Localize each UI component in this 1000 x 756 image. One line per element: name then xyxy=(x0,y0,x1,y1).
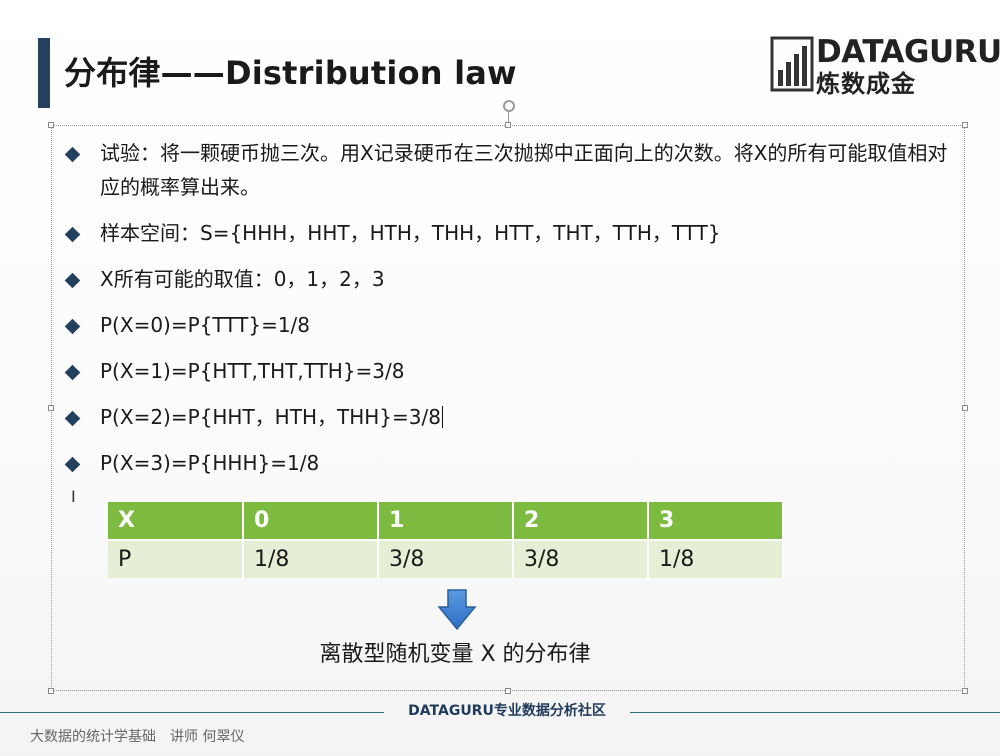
resize-handle-bottom[interactable] xyxy=(505,688,511,694)
distribution-table[interactable]: X 0 1 2 3 P 1/8 3/8 3/8 1/8 xyxy=(108,502,784,578)
logo-mark-icon xyxy=(770,36,814,92)
bullet-p-x3[interactable]: P(X=3)=P{HHH}=1/8 xyxy=(62,446,952,480)
table-header-cell: 1 xyxy=(378,502,514,541)
resize-handle-left[interactable] xyxy=(48,405,54,411)
ibeam-cursor-icon: I xyxy=(71,487,76,506)
table-header-cell: X xyxy=(108,502,244,541)
bullet-diamond-icon xyxy=(64,364,81,381)
table-row: P 1/8 3/8 3/8 1/8 xyxy=(108,540,784,578)
table-cell: 1/8 xyxy=(243,540,379,578)
resize-handle-top-right[interactable] xyxy=(962,122,968,128)
table-caption: 离散型随机变量 X 的分布律 xyxy=(319,642,591,667)
logo-text-bottom: 炼数成金 xyxy=(816,70,916,98)
bullet-experiment[interactable]: 试验：将一颗硬币抛三次。用X记录硬币在三次抛掷中正面向上的次数。将X的所有可能取… xyxy=(62,136,952,204)
footer-community-label: DATAGURU专业数据分析社区 xyxy=(408,703,606,719)
bullet-text: X所有可能的取值：0，1，2，3 xyxy=(100,267,385,291)
rotate-handle-icon[interactable] xyxy=(503,100,515,112)
table-cell: 1/8 xyxy=(648,540,784,578)
footer-divider-right xyxy=(630,712,1000,713)
down-arrow-icon xyxy=(437,589,477,631)
resize-handle-bottom-left[interactable] xyxy=(48,688,54,694)
text-cursor-caret xyxy=(441,406,443,428)
bullet-diamond-icon xyxy=(64,226,81,243)
bullet-diamond-icon xyxy=(64,456,81,473)
resize-handle-bottom-right[interactable] xyxy=(962,688,968,694)
table-header-cell: 2 xyxy=(513,502,649,541)
resize-handle-top[interactable] xyxy=(505,122,511,128)
resize-handle-top-left[interactable] xyxy=(48,122,54,128)
table-cell: 3/8 xyxy=(378,540,514,578)
bullet-diamond-icon xyxy=(64,146,81,163)
resize-handle-right[interactable] xyxy=(962,405,968,411)
bullet-p-x0[interactable]: P(X=0)=P{TTT}=1/8 xyxy=(62,308,952,342)
footer-course-label: 大数据的统计学基础 讲师 何翠仪 xyxy=(30,729,245,745)
dataguru-logo: DATAGURU 炼数成金 xyxy=(770,34,1000,98)
table-header-cell: 0 xyxy=(243,502,379,541)
bullet-diamond-icon xyxy=(64,272,81,289)
bullet-possible-values[interactable]: X所有可能的取值：0，1，2，3 xyxy=(62,262,952,296)
bullet-diamond-icon xyxy=(64,410,81,427)
bullet-text: P(X=2)=P{HHT，HTH，THH}=3/8 xyxy=(100,405,441,429)
bullet-text: 试验：将一颗硬币抛三次。用X记录硬币在三次抛掷中正面向上的次数。将X的所有可能取… xyxy=(100,141,948,199)
table-cell: 3/8 xyxy=(513,540,649,578)
table-header-cell: 3 xyxy=(648,502,784,541)
footer-divider-left xyxy=(0,712,384,713)
bullet-text: P(X=1)=P{HTT,THT,TTH}=3/8 xyxy=(100,359,405,383)
bullet-diamond-icon xyxy=(64,318,81,335)
bullet-text: P(X=0)=P{TTT}=1/8 xyxy=(100,313,311,337)
bullet-text: 样本空间：S={HHH，HHT，HTH，THH，HTT，THT，TTH，TTT} xyxy=(100,221,721,245)
bullet-sample-space[interactable]: 样本空间：S={HHH，HHT，HTH，THH，HTT，THT，TTH，TTT} xyxy=(62,216,952,250)
table-cell: P xyxy=(108,540,244,578)
slide-title[interactable]: 分布律——Distribution law xyxy=(64,48,517,94)
bullet-p-x1[interactable]: P(X=1)=P{HTT,THT,TTH}=3/8 xyxy=(62,354,952,388)
title-accent-bar xyxy=(38,38,50,108)
table-header-row: X 0 1 2 3 xyxy=(108,502,784,541)
bullet-p-x2[interactable]: P(X=2)=P{HHT，HTH，THH}=3/8 xyxy=(62,400,952,434)
bullet-text: P(X=3)=P{HHH}=1/8 xyxy=(100,451,320,475)
bullet-list[interactable]: 试验：将一颗硬币抛三次。用X记录硬币在三次抛掷中正面向上的次数。将X的所有可能取… xyxy=(62,136,952,492)
